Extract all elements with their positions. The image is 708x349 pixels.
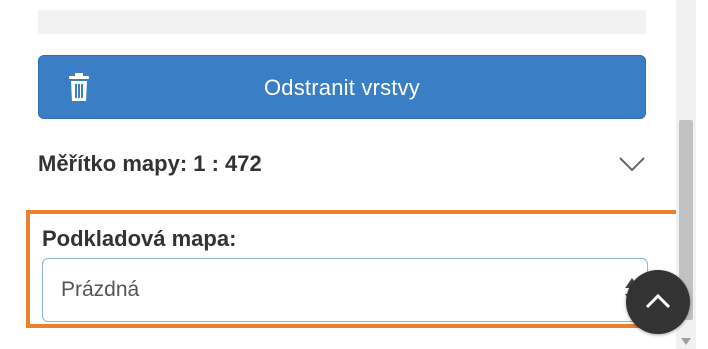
chevron-down-icon <box>618 155 646 173</box>
base-map-section: Podkladová mapa: Prázdná <box>26 210 680 328</box>
base-map-select[interactable]: Prázdná <box>42 258 648 322</box>
map-scale-label: Měřítko mapy: 1 : 472 <box>38 151 262 176</box>
delete-layers-button[interactable]: Odstranit vrstvy <box>38 55 646 119</box>
map-scale-toggle[interactable]: Měřítko mapy: 1 : 472 <box>38 143 646 187</box>
chevron-up-icon <box>645 293 671 309</box>
delete-layers-label: Odstranit vrstvy <box>263 75 420 100</box>
scroll-down-arrow-icon[interactable] <box>681 333 691 345</box>
scroll-to-top-button[interactable] <box>626 270 690 334</box>
layer-panel: Odstranit vrstvy Měřítko mapy: 1 : 472 P… <box>0 0 708 349</box>
base-map-selected-value: Prázdná <box>61 278 140 301</box>
panel-top-divider <box>38 10 646 34</box>
base-map-label: Podkladová mapa: <box>42 226 237 251</box>
